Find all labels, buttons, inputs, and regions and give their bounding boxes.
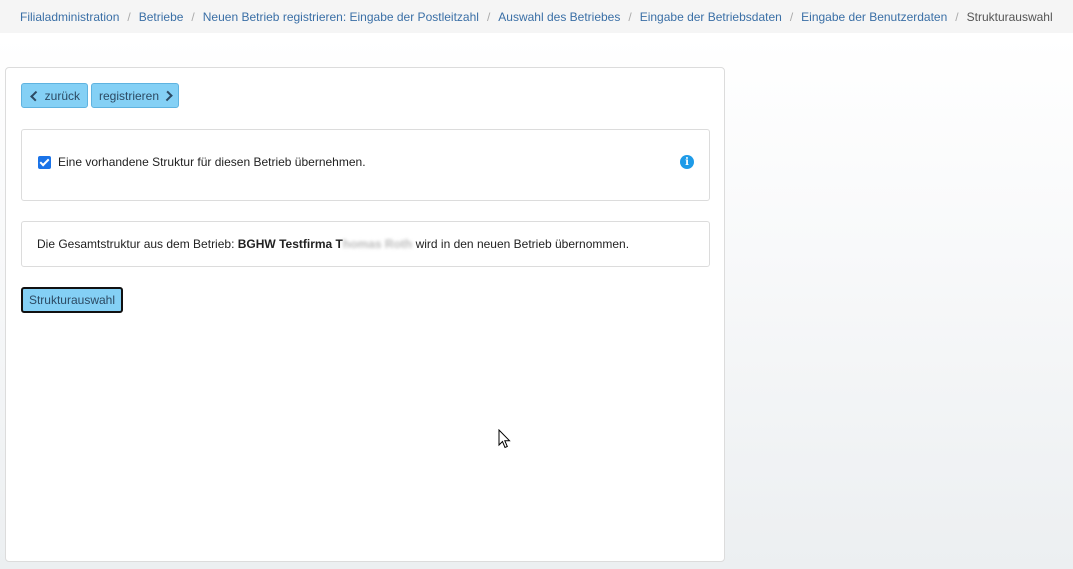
summary-company-redacted: homas Roth [342, 237, 413, 251]
summary-suffix: wird in den neuen Betrieb übernommen. [415, 237, 630, 251]
summary-prefix: Die Gesamtstruktur aus dem Betrieb: [37, 237, 235, 251]
structure-summary-box: Die Gesamtstruktur aus dem Betrieb: BGHW… [21, 221, 710, 267]
structure-option-box: Eine vorhandene Struktur für diesen Betr… [21, 129, 710, 201]
breadcrumb-benutzerdaten[interactable]: Eingabe der Benutzerdaten [801, 10, 947, 24]
mouse-pointer-icon [498, 429, 511, 449]
structure-select-label: Strukturauswahl [28, 293, 116, 307]
structure-summary-text: Die Gesamtstruktur aus dem Betrieb: BGHW… [37, 237, 629, 251]
breadcrumb-betriebe[interactable]: Betriebe [139, 10, 184, 24]
breadcrumb-separator: / [127, 9, 131, 24]
chevron-right-icon [162, 90, 173, 101]
breadcrumb-postleitzahl[interactable]: Neuen Betrieb registrieren: Eingabe der … [203, 10, 479, 24]
adopt-structure-checkbox[interactable] [38, 156, 51, 169]
breadcrumb-filialadministration[interactable]: Filialadministration [20, 10, 119, 24]
breadcrumb-separator: / [628, 9, 632, 24]
back-button[interactable]: zurück [21, 83, 88, 108]
adopt-structure-label[interactable]: Eine vorhandene Struktur für diesen Betr… [58, 155, 366, 169]
register-button-label: registrieren [99, 88, 160, 103]
structure-select-button[interactable]: Strukturauswahl [21, 287, 123, 313]
summary-company: BGHW Testfirma T [237, 237, 343, 251]
breadcrumb-auswahl-betrieb[interactable]: Auswahl des Betriebes [498, 10, 620, 24]
breadcrumb-separator: / [789, 9, 794, 24]
register-button[interactable]: registrieren [91, 83, 179, 108]
breadcrumb-separator: / [955, 9, 959, 24]
chevron-left-icon [30, 90, 41, 101]
info-icon[interactable]: i [680, 155, 694, 169]
breadcrumb-active-strukturauswahl: Strukturauswahl [966, 9, 1053, 24]
breadcrumb: Filialadministration / Betriebe / Neuen … [0, 0, 1073, 33]
main-panel: zurück registrieren Eine vorhandene Stru… [5, 67, 725, 562]
breadcrumb-separator: / [191, 9, 195, 24]
breadcrumb-separator: / [486, 9, 491, 24]
breadcrumb-betriebsdaten[interactable]: Eingabe der Betriebsdaten [640, 10, 782, 24]
back-button-label: zurück [44, 88, 80, 103]
